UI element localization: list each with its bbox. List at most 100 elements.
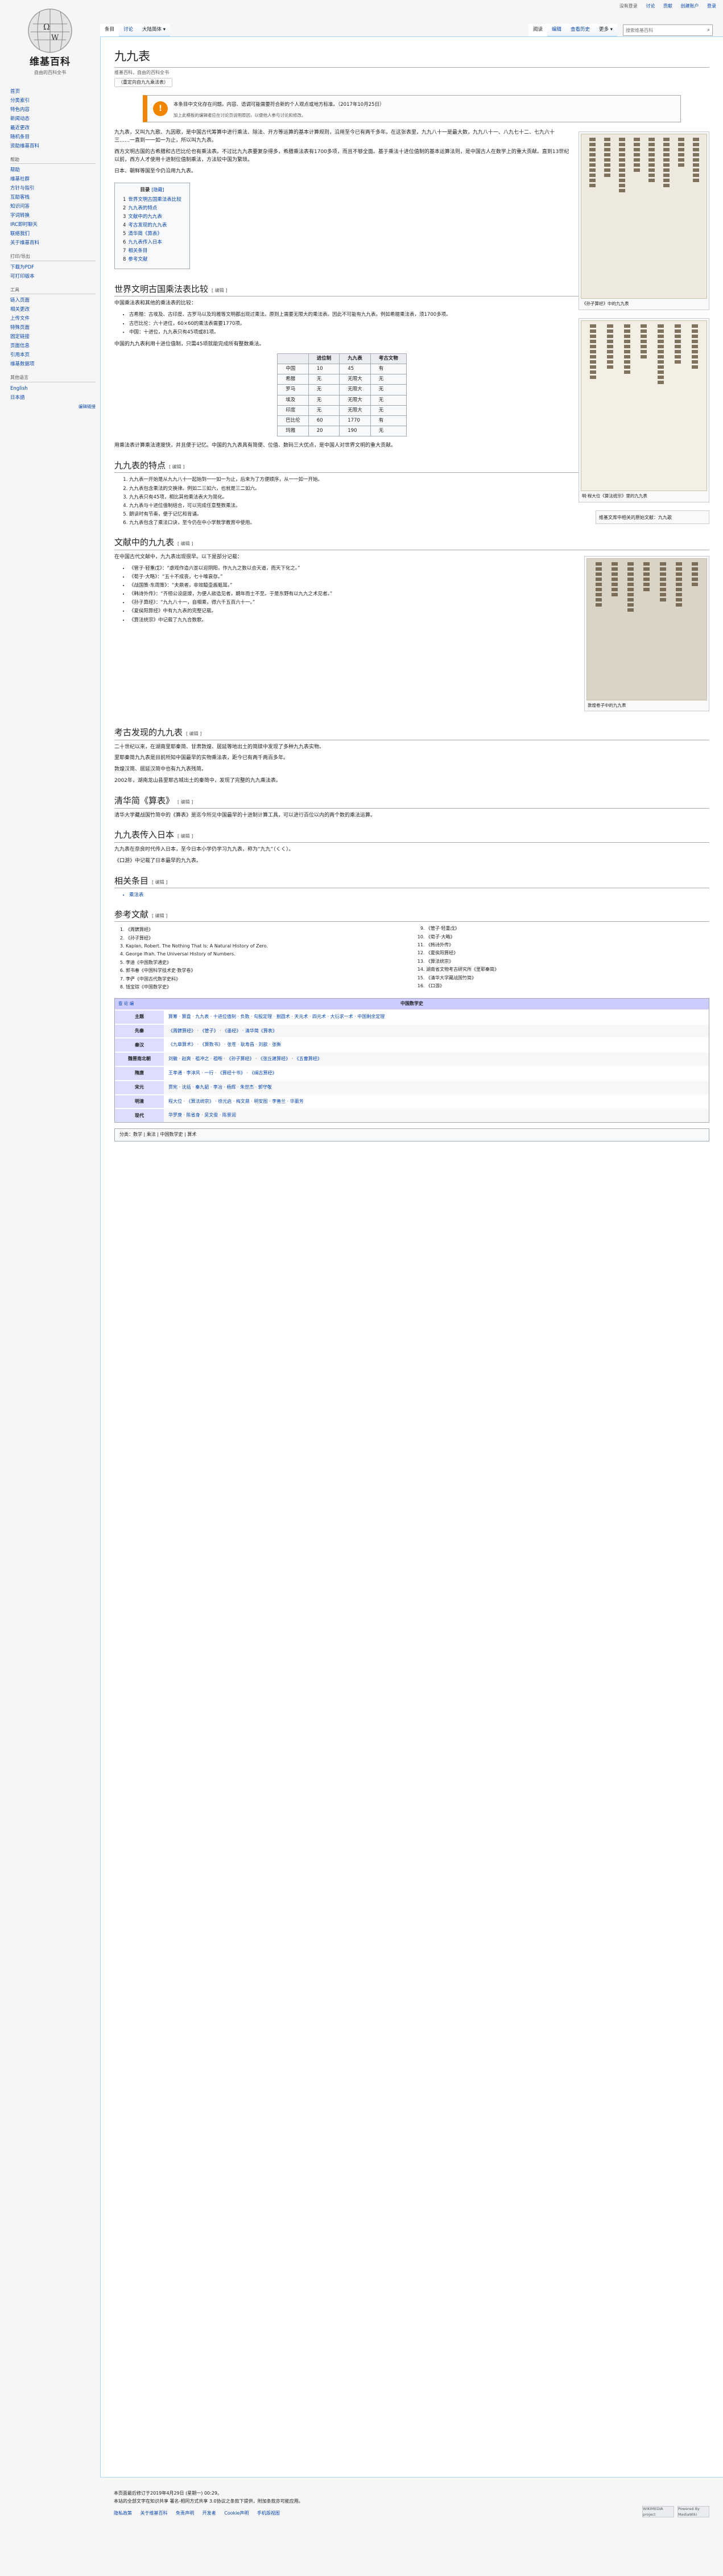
- footer-links: 隐私政策 关于维基百科 免责声明 开发者 Cookie声明 手机版视图: [114, 2510, 709, 2517]
- footer-link[interactable]: 免责声明: [176, 2511, 194, 2516]
- tab-more[interactable]: 更多 ▾: [594, 24, 617, 36]
- reference-item: 钱宝琮《中国数学史》: [126, 984, 409, 991]
- section-heading: 九九表传入日本[ 编辑 ]: [114, 829, 709, 843]
- navbox-list[interactable]: 王孝通 · 李淳风 · 一行 · 《算经十书》 · 《缉古算经》: [164, 1066, 709, 1080]
- nav-recent-changes[interactable]: 最近更改: [10, 123, 96, 133]
- printable-link[interactable]: 可打印版本: [10, 272, 96, 281]
- tool-item[interactable]: 维基数据项: [10, 360, 96, 369]
- tool-item[interactable]: 相关更改: [10, 305, 96, 314]
- navbox-list[interactable]: 华罗庚 · 陈省身 · 吴文俊 · 陈景润: [164, 1109, 709, 1123]
- nav-home[interactable]: 首页: [10, 87, 96, 96]
- sunzi-table-image[interactable]: [581, 134, 707, 299]
- comparison-table: 进位制 九九表 考古文物 中国 10 45 有 希腊无无限大无 罗马无无限大无 埃及无…: [277, 353, 407, 437]
- edit-section-link[interactable]: [ 编辑 ]: [169, 464, 184, 469]
- navbox-list[interactable]: 程大位 · 《算法统宗》 · 徐光启 · 梅文鼎 · 明安图 · 李善兰 · 华…: [164, 1095, 709, 1108]
- tab-article[interactable]: 条目: [100, 24, 119, 36]
- navbox-list[interactable]: 贾宪 · 沈括 · 秦九韶 · 李冶 · 杨辉 · 朱世杰 · 郭守敬: [164, 1081, 709, 1094]
- toc-item[interactable]: 6 九九表传入日本: [123, 238, 181, 247]
- login-link[interactable]: 登录: [707, 3, 716, 9]
- section-text: 敦煌汉简、居延汉简中也有九九表残简。: [114, 766, 207, 773]
- navbox-vte[interactable]: 查 论 编: [118, 1000, 134, 1007]
- talk-link[interactable]: 讨论: [646, 3, 655, 9]
- edit-section-link[interactable]: [ 编辑 ]: [177, 834, 193, 839]
- tool-item[interactable]: 固定链接: [10, 332, 96, 341]
- edit-section-link[interactable]: [ 编辑 ]: [212, 288, 227, 293]
- help-item[interactable]: 联络我们: [10, 229, 96, 238]
- toc-toggle[interactable]: [隐藏]: [151, 187, 164, 192]
- footer-link[interactable]: 开发者: [203, 2511, 216, 2516]
- mediawiki-badge[interactable]: Powered By MediaWiki: [677, 2506, 709, 2517]
- search-icon[interactable]: ⌕: [708, 27, 710, 34]
- wikimedia-badge[interactable]: WIKIMEDIA project: [642, 2506, 674, 2517]
- toc-item[interactable]: 3 文献中的九九表: [123, 213, 181, 221]
- help-item[interactable]: IRC即时聊天: [10, 220, 96, 229]
- tab-talk[interactable]: 讨论: [119, 24, 138, 36]
- related-link[interactable]: 乘法表: [129, 892, 709, 899]
- tab-history[interactable]: 查看历史: [565, 24, 594, 36]
- nav-print: 打印/导出 下载为PDF 可打印版本: [8, 253, 96, 281]
- nav-donate[interactable]: 资助维基百科: [10, 142, 96, 151]
- toc-item[interactable]: 5 清华简《算表》: [123, 230, 181, 238]
- download-pdf-link[interactable]: 下载为PDF: [10, 263, 96, 272]
- site-logo[interactable]: Ω W 维基百科 自由的百科全书: [10, 7, 90, 84]
- tool-item[interactable]: 引用本页: [10, 351, 96, 360]
- navbox-list[interactable]: 《九章算术》 · 《算数书》 · 张苍 · 耿寿昌 · 刘歆 · 张衡: [164, 1038, 709, 1052]
- edit-section-link[interactable]: [ 编辑 ]: [177, 799, 193, 805]
- toc-item[interactable]: 7 相关条目: [123, 247, 181, 255]
- section-text: 二十世纪以来，在湖南里耶秦简、甘肃敦煌、居延等地出土的简牍中发现了多种九九表实物…: [114, 744, 325, 750]
- tool-item[interactable]: 页面信息: [10, 341, 96, 351]
- search-input[interactable]: [626, 27, 708, 33]
- tab-read[interactable]: 阅读: [528, 24, 547, 36]
- table-row: 罗马无无限大无: [277, 384, 407, 395]
- help-item[interactable]: 关于维基百科: [10, 238, 96, 248]
- wikisource-text[interactable]: 维基文库中相关的原始文献：九九歌: [598, 513, 707, 522]
- edit-links[interactable]: 编辑链接: [10, 402, 96, 411]
- footer-link[interactable]: 关于维基百科: [141, 2511, 168, 2516]
- site-name: 维基百科: [30, 56, 71, 68]
- tab-edit[interactable]: 编辑: [547, 24, 566, 36]
- tool-item[interactable]: 特殊页面: [10, 323, 96, 332]
- nav-featured[interactable]: 特色内容: [10, 105, 96, 114]
- toc-item[interactable]: 8 参考文献: [123, 255, 181, 264]
- toc-item[interactable]: 1 世界文明古国乘法表比较: [123, 196, 181, 204]
- suanfa-table-image[interactable]: [581, 320, 707, 491]
- tab-variant[interactable]: 大陆简体 ▾: [138, 24, 171, 36]
- reference-item: 李俨《中国古代数学史料》: [126, 976, 409, 983]
- edit-section-link[interactable]: [ 编辑 ]: [152, 880, 167, 885]
- dunhuang-image[interactable]: [586, 558, 707, 700]
- category-links[interactable]: 分类：数学 | 乘法 | 中国数学史 | 算术: [114, 1128, 709, 1141]
- edit-section-link[interactable]: [ 编辑 ]: [152, 913, 167, 918]
- tool-item[interactable]: 链入页面: [10, 296, 96, 305]
- table-header: [277, 353, 309, 365]
- navbox-title[interactable]: 中国数学史: [400, 1001, 423, 1006]
- edit-section-link[interactable]: [ 编辑 ]: [186, 731, 201, 736]
- nav-random[interactable]: 随机条目: [10, 133, 96, 142]
- help-item[interactable]: 知识问答: [10, 202, 96, 211]
- nav-categories[interactable]: 分类索引: [10, 96, 96, 105]
- help-item[interactable]: 字词转换: [10, 211, 96, 220]
- contributions-link[interactable]: 贡献: [663, 3, 672, 9]
- navbox-list[interactable]: 刘徽 · 赵爽 · 祖冲之 · 祖暅 · 《孙子算经》 · 《张丘建算经》 · …: [164, 1053, 709, 1066]
- tools-heading: 工具: [10, 287, 96, 295]
- footer-link[interactable]: 手机版视图: [257, 2511, 280, 2516]
- edit-section-link[interactable]: [ 编辑 ]: [177, 541, 193, 546]
- help-item[interactable]: 帮助: [10, 166, 96, 175]
- help-item[interactable]: 方针与指引: [10, 184, 96, 193]
- footer-link[interactable]: 隐私政策: [114, 2511, 132, 2516]
- nav-news[interactable]: 新闻动态: [10, 114, 96, 123]
- redirect-note[interactable]: （重定向自九九乘法表）: [114, 77, 172, 88]
- site-sub: 维基百科，自由的百科全书: [114, 69, 169, 75]
- help-item[interactable]: 互助客栈: [10, 193, 96, 202]
- footer-link[interactable]: Cookie声明: [224, 2511, 249, 2516]
- section-text: 清华大学藏战国竹简中的《算表》是迄今所见中国最早的十进制计算工具，可以进行百位以…: [114, 812, 376, 818]
- toc-item[interactable]: 2 九九表的特点: [123, 204, 181, 213]
- lang-english[interactable]: English: [10, 384, 96, 393]
- toc-item[interactable]: 4 考古发现的九九表: [123, 221, 181, 230]
- tool-item[interactable]: 上传文件: [10, 314, 96, 323]
- help-item[interactable]: 维基社群: [10, 175, 96, 184]
- navbox-list[interactable]: 《周髀算经》 · 《管子》 · 《墨经》 · 清华简《算表》: [164, 1024, 709, 1038]
- lang-japanese[interactable]: 日本語: [10, 393, 96, 402]
- navbox-list[interactable]: 算筹 · 算盘 · 九九表 · 十进位值制 · 负数 · 勾股定理 · 割圆术 …: [164, 1010, 709, 1024]
- last-modified: 本页面最后修订于2019年4月29日 (星期一) 00:29。: [114, 2491, 222, 2496]
- create-account-link[interactable]: 创建账户: [680, 3, 699, 9]
